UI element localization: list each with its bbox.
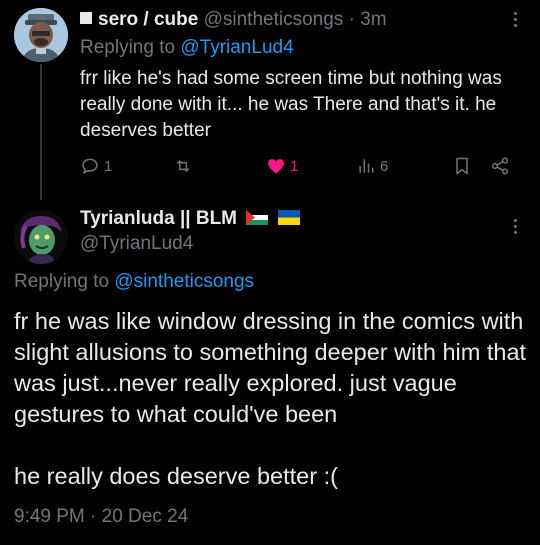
avatar-image [14,210,68,264]
replying-to-handle-link[interactable]: @sintheticsongs [114,271,254,292]
reply-replying-to: Replying to @TyrianLud4 [80,37,294,59]
replying-to-label: Replying to [80,37,176,58]
reply-count: 1 [104,157,113,175]
reply-icon [82,158,98,175]
avatar[interactable] [14,210,68,264]
like-count: 1 [290,157,299,175]
share-icon [491,157,509,175]
reply-action-bar: 1 1 6 [0,156,540,184]
reply-handle[interactable]: @sintheticsongs [204,9,344,30]
heart-filled-icon [268,159,284,174]
reply-button[interactable]: 1 [80,156,112,176]
square-icon [80,12,92,24]
reply-time[interactable]: 3m [360,9,386,30]
avatar[interactable] [14,8,68,62]
more-options-icon[interactable] [514,12,518,27]
reply-separator: · [348,9,355,30]
main-replying-to: Replying to @sintheticsongs [14,270,254,294]
share-button[interactable] [490,156,510,176]
main-text: fr he was like window dressing in the co… [14,308,527,489]
palestine-flag-icon [246,210,269,225]
avatar-image [14,8,68,62]
retweet-icon [176,160,190,172]
bookmark-button[interactable] [452,156,472,176]
retweet-button[interactable] [172,156,198,176]
views-chart-icon [359,159,374,173]
replying-to-handle-link[interactable]: @TyrianLud4 [180,37,293,58]
main-display-name[interactable]: Tyrianluda || BLM [80,208,237,229]
main-timestamp[interactable]: 9:49 PM · 20 Dec 24 [14,505,188,529]
main-handle[interactable]: @TyrianLud4 [80,233,193,255]
reply-text: frr like he's had some screen time but n… [80,68,502,141]
main-header: Tyrianluda || BLM [80,207,300,231]
more-options-icon[interactable] [514,219,518,234]
views-button[interactable]: 6 [356,156,388,176]
bookmark-icon [456,157,468,175]
reply-display-name[interactable]: sero / cube [98,9,198,30]
replying-to-label: Replying to [14,271,110,292]
reply-header: sero / cube @sintheticsongs · 3m [80,9,387,31]
ukraine-flag-icon [277,210,300,225]
views-count: 6 [380,157,389,175]
like-button[interactable]: 1 [266,156,298,176]
